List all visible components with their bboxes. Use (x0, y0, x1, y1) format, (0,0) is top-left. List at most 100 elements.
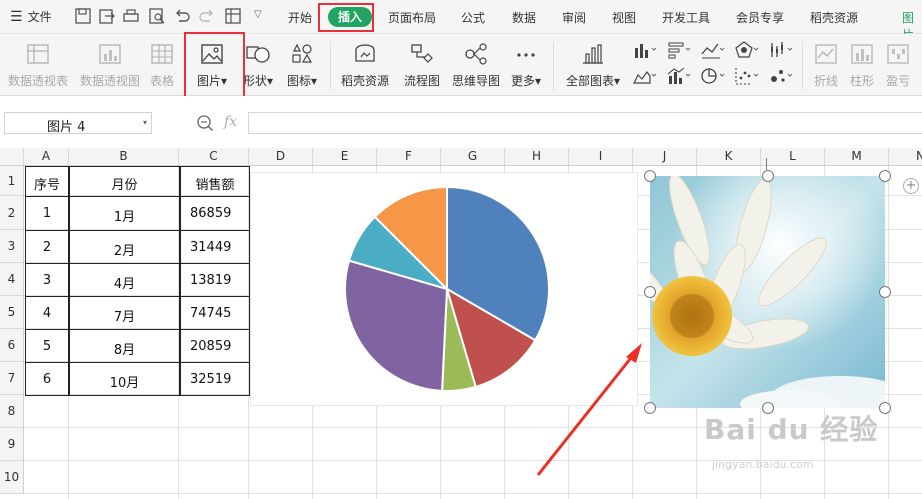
table-header-cell[interactable]: 序号 (25, 166, 69, 197)
sparkline-winloss-button[interactable]: 盈亏 (880, 40, 916, 92)
bubble-chart-icon[interactable] (768, 66, 794, 86)
column-header-b[interactable]: B (69, 148, 179, 166)
table-cell[interactable]: 74745 (180, 296, 250, 330)
row-header-1[interactable]: 1 (0, 166, 24, 196)
table-cell[interactable]: 4 (25, 296, 69, 330)
sparkline-column-button[interactable]: 柱形 (844, 40, 880, 92)
table-cell[interactable]: 8月 (69, 329, 180, 363)
row-header-2[interactable]: 2 (0, 196, 24, 230)
table-cell[interactable]: 5 (25, 329, 69, 363)
save-icon[interactable] (74, 7, 92, 25)
docer-resource-button[interactable]: 稻壳资源 (338, 40, 392, 92)
table-header-cell[interactable]: 销售额 (180, 166, 250, 197)
row-header-8[interactable]: 8 (0, 395, 24, 428)
tab-developer[interactable]: 开发工具 (662, 9, 710, 26)
area-chart-icon[interactable] (632, 66, 658, 86)
table-header-cell[interactable]: 月份 (69, 166, 180, 197)
column-header-m[interactable]: M (825, 148, 889, 166)
format-painter-icon[interactable] (224, 7, 242, 25)
tab-docer[interactable]: 稻壳资源 (810, 9, 858, 26)
row-header-5[interactable]: 5 (0, 296, 24, 329)
line-chart-icon[interactable] (700, 40, 726, 60)
tab-view[interactable]: 视图 (612, 9, 636, 26)
resize-handle-t[interactable] (762, 170, 774, 182)
column-header-e[interactable]: E (313, 148, 377, 166)
column-header-i[interactable]: I (569, 148, 633, 166)
pivot-table-button[interactable]: 数据透视表 (4, 40, 72, 92)
resize-handle-r[interactable] (879, 286, 891, 298)
tab-data[interactable]: 数据 (512, 9, 536, 26)
column-header-a[interactable]: A (24, 148, 69, 166)
table-cell[interactable]: 2月 (69, 230, 180, 264)
table-cell[interactable]: 13819 (180, 263, 250, 297)
column-header-f[interactable]: F (377, 148, 441, 166)
table-cell[interactable]: 4月 (69, 263, 180, 297)
row-header-10[interactable]: 10 (0, 461, 24, 494)
bar-horizontal-icon[interactable] (666, 40, 692, 60)
all-charts-button[interactable]: 全部图表▾ (562, 40, 624, 92)
stock-chart-icon[interactable] (768, 40, 794, 60)
pivot-chart-button[interactable]: 数据透视图 (77, 40, 143, 92)
column-header-d[interactable]: D (249, 148, 313, 166)
radar-chart-icon[interactable] (734, 40, 760, 60)
table-cell[interactable]: 2 (25, 230, 69, 264)
row-header-7[interactable]: 7 (0, 362, 24, 395)
table-cell[interactable]: 3 (25, 263, 69, 297)
tab-page-layout[interactable]: 页面布局 (388, 9, 436, 26)
inserted-picture[interactable] (650, 176, 885, 408)
column-header-n[interactable]: N (889, 148, 922, 166)
resize-handle-tl[interactable] (644, 170, 656, 182)
row-header-4[interactable]: 4 (0, 263, 24, 296)
resize-handle-l[interactable] (644, 286, 656, 298)
shape-button[interactable]: 形状▾ (240, 40, 276, 92)
undo-icon[interactable] (173, 7, 191, 25)
table-cell[interactable]: 6 (25, 362, 69, 396)
redo-icon[interactable] (198, 7, 216, 25)
sparkline-line-button[interactable]: 折线 (808, 40, 844, 92)
tab-review[interactable]: 审阅 (562, 9, 586, 26)
table-button[interactable]: 表格 (146, 40, 178, 92)
zoom-formula-icon[interactable] (196, 114, 214, 132)
float-add-icon[interactable]: + (903, 178, 919, 194)
tab-home[interactable]: 开始 (288, 9, 312, 26)
combo-chart-icon[interactable] (666, 66, 692, 86)
select-all-corner[interactable] (0, 148, 24, 166)
flowchart-button[interactable]: 流程图 (400, 40, 444, 92)
row-header-6[interactable]: 6 (0, 329, 24, 362)
column-header-g[interactable]: G (441, 148, 505, 166)
table-cell[interactable]: 20859 (180, 329, 250, 363)
more-quick-access-icon[interactable]: ▽ (254, 9, 262, 20)
resize-handle-br[interactable] (879, 402, 891, 414)
name-box[interactable]: 图片 4 ▾ (4, 112, 152, 135)
print-preview-icon[interactable] (148, 7, 166, 25)
export-icon[interactable] (98, 7, 116, 25)
row-header-9[interactable]: 9 (0, 428, 24, 461)
column-header-j[interactable]: J (633, 148, 697, 166)
pie-chart-icon[interactable] (700, 66, 726, 86)
fx-icon[interactable]: fx (224, 114, 237, 130)
table-cell[interactable]: 86859 (180, 196, 250, 231)
resize-handle-tr[interactable] (879, 170, 891, 182)
column-header-h[interactable]: H (505, 148, 569, 166)
mindmap-button[interactable]: 思维导图 (449, 40, 503, 92)
tab-member[interactable]: 会员专享 (736, 9, 784, 26)
formula-input[interactable] (248, 112, 922, 134)
print-icon[interactable] (122, 7, 140, 25)
table-cell[interactable]: 31449 (180, 230, 250, 264)
name-box-dropdown-icon[interactable]: ▾ (143, 118, 147, 127)
column-header-k[interactable]: K (697, 148, 761, 166)
row-header-3[interactable]: 3 (0, 230, 24, 263)
table-cell[interactable]: 32519 (180, 362, 250, 396)
more-button[interactable]: 更多▾ (507, 40, 545, 92)
scatter-chart-icon[interactable] (734, 66, 760, 86)
tab-formula[interactable]: 公式 (461, 9, 485, 26)
table-cell[interactable]: 1月 (69, 196, 180, 231)
column-header-l[interactable]: L (761, 148, 825, 166)
table-cell[interactable]: 10月 (69, 362, 180, 396)
column-chart-icon[interactable] (632, 40, 658, 60)
table-cell[interactable]: 1 (25, 196, 69, 231)
table-cell[interactable]: 7月 (69, 296, 180, 330)
file-menu[interactable]: ☰ 文件 (10, 8, 52, 25)
icon-button[interactable]: 图标▾ (282, 40, 322, 92)
column-header-c[interactable]: C (179, 148, 249, 166)
